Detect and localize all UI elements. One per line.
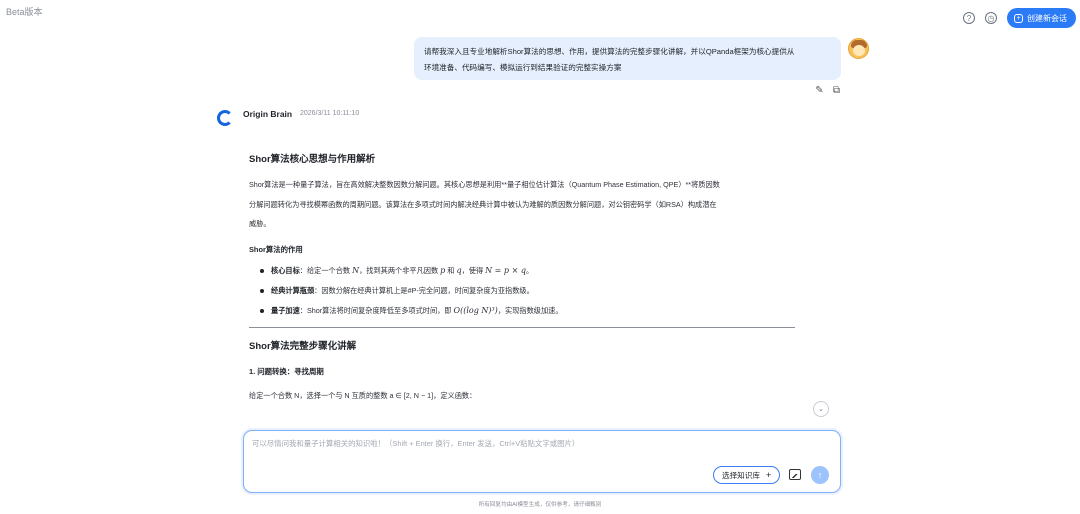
intro-paragraph: Shor算法是一种量子算法，旨在高效解决整数因数分解问题。其核心思想是利用**量… <box>249 180 720 228</box>
chat-composer: 选择知识库 + ↑ <box>243 430 841 493</box>
top-toolbar: ? ◷ + 创建新会话 <box>963 8 1076 28</box>
edit-icon[interactable]: ✎ <box>814 85 825 96</box>
chevron-down-icon: ⌄ <box>818 406 824 413</box>
plus-icon: + <box>1014 13 1023 23</box>
user-avatar <box>848 38 869 59</box>
origin-brain-logo-icon <box>217 110 233 126</box>
beta-version-label: Beta版本 <box>6 7 43 17</box>
list-item: 量子加速：Shor算法将时间复杂度降低至多项式时间，即 O((log N)³)，… <box>260 301 795 321</box>
role-list: 核心目标：给定一个合数 N，找到其两个非平凡因数 p 和 q，使得 N = p … <box>260 261 795 321</box>
message-input[interactable] <box>252 438 832 462</box>
message-actions: ✎ ⧉ <box>814 85 842 96</box>
user-message-line-1: 请帮我深入且专业地解析Shor算法的思想、作用，提供算法的完整步骤化讲解，并以Q… <box>424 47 795 56</box>
subsection-title-role: Shor算法的作用 <box>249 244 303 254</box>
clock-icon[interactable]: ◷ <box>985 12 997 24</box>
new-chat-label: 创建新会话 <box>1027 13 1067 23</box>
arrow-up-icon: ↑ <box>817 470 823 480</box>
assistant-timestamp: 2026/3/11 10:11:10 <box>300 110 360 117</box>
section-title-core: Shor算法核心思想与作用解析 <box>249 154 376 165</box>
copy-icon[interactable]: ⧉ <box>831 85 842 96</box>
new-chat-button[interactable]: + 创建新会话 <box>1007 8 1076 28</box>
step-1-title: 1. 问题转换：寻找周期 <box>249 366 324 376</box>
image-icon[interactable] <box>789 469 801 480</box>
user-message-line-2: 环境准备、代码编写、模拟运行到结果验证的完整实操方案 <box>424 63 622 72</box>
list-item: 核心目标：给定一个合数 N，找到其两个非平凡因数 p 和 q，使得 N = p … <box>260 261 795 281</box>
divider <box>249 326 795 328</box>
knowledge-base-label: 选择知识库 <box>722 470 760 480</box>
plus-icon: + <box>765 470 772 480</box>
ai-disclaimer: 所有回复均由AI模型生成，仅供参考，请仔细甄别 <box>478 502 602 508</box>
assistant-response: Shor算法核心思想与作用解析 Shor算法是一种量子算法，旨在高效解决整数因数… <box>249 145 795 427</box>
user-message-bubble: 请帮我深入且专业地解析Shor算法的思想、作用，提供算法的完整步骤化讲解，并以Q… <box>414 37 841 80</box>
send-button[interactable]: ↑ <box>811 466 829 484</box>
section-title-steps: Shor算法完整步骤化讲解 <box>249 340 357 352</box>
list-item: 经典计算瓶颈：因数分解在经典计算机上是#P-完全问题，时间复杂度为亚指数级。 <box>260 281 795 301</box>
question-circle-icon[interactable]: ? <box>963 12 975 24</box>
select-knowledge-base-button[interactable]: 选择知识库 + <box>713 466 781 484</box>
step-1-text: 给定一个合数 N，选择一个与 N 互质的整数 a ∈ [2, N − 1]，定义… <box>249 390 477 400</box>
assistant-name: Origin Brain <box>243 109 293 119</box>
scroll-down-button[interactable]: ⌄ <box>813 401 829 417</box>
